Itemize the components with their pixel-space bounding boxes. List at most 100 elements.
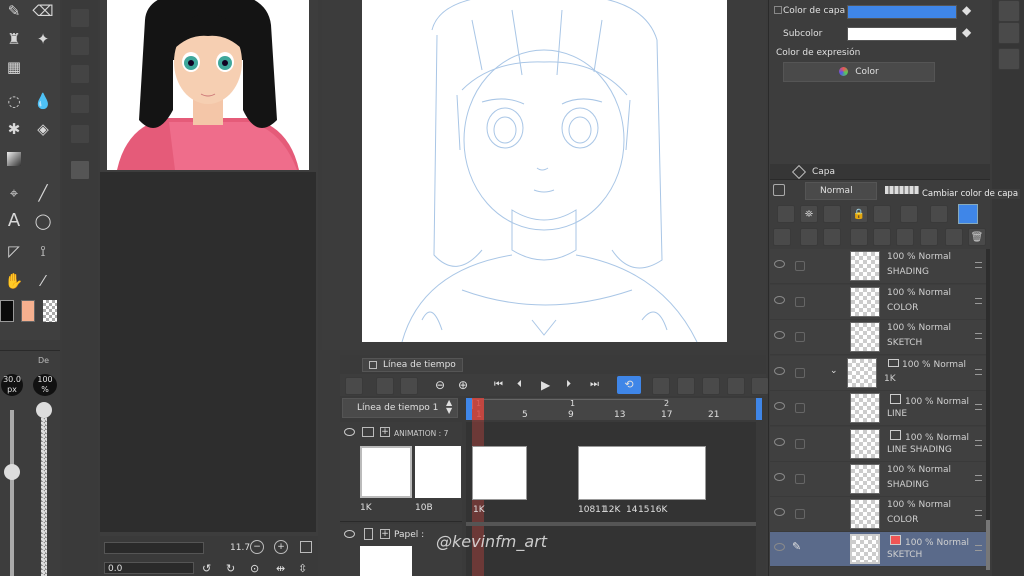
- sparkle-icon[interactable]: ✦: [32, 28, 54, 50]
- command-button-4[interactable]: [70, 94, 90, 114]
- layer-color-toggle-icon[interactable]: [958, 204, 978, 224]
- panel-icon-3[interactable]: [998, 48, 1020, 70]
- drop-icon[interactable]: 💧: [32, 90, 54, 112]
- zoom-in-icon[interactable]: +: [274, 540, 288, 554]
- merge-down-icon[interactable]: [896, 228, 914, 246]
- collapse-chevron-icon[interactable]: ⌄: [830, 366, 838, 376]
- eye-icon[interactable]: [344, 530, 355, 538]
- eye-icon[interactable]: [774, 438, 785, 446]
- layer-menu-icon[interactable]: [975, 440, 982, 446]
- timeline-export-icon[interactable]: [400, 377, 418, 395]
- timeline-tab[interactable]: Línea de tiempo: [362, 358, 463, 372]
- layer-checkbox[interactable]: [795, 403, 805, 413]
- canvas[interactable]: [362, 0, 727, 342]
- next-frame-icon[interactable]: ⏵: [566, 379, 571, 390]
- layer-row[interactable]: 100 % Normal SKETCH: [770, 320, 986, 355]
- play-icon[interactable]: ▶: [541, 378, 550, 392]
- light-table-icon[interactable]: [751, 377, 769, 395]
- layer-color-swatch[interactable]: [847, 5, 957, 19]
- apply-mask-icon[interactable]: [945, 228, 963, 246]
- layer-checkbox[interactable]: [795, 474, 805, 484]
- layer-menu-icon[interactable]: [975, 333, 982, 339]
- timeline-zoom-out-icon[interactable]: ⊖: [435, 378, 445, 392]
- playhead[interactable]: [472, 398, 484, 420]
- timeline-selector-chevron-icon[interactable]: ▲ ▼: [446, 399, 452, 415]
- new-vector-layer-icon[interactable]: [823, 228, 841, 246]
- layer-checkbox[interactable]: [795, 261, 805, 271]
- new-cel-icon[interactable]: [677, 377, 695, 395]
- eyedropper-icon[interactable]: ◆: [962, 25, 971, 39]
- save-icon[interactable]: [70, 160, 90, 180]
- main-color-swatch[interactable]: [0, 300, 14, 322]
- new-raster-layer-icon[interactable]: [800, 228, 818, 246]
- layer-list-view-icon[interactable]: [773, 228, 791, 246]
- eye-icon[interactable]: [774, 543, 785, 551]
- assign-cel-icon[interactable]: [702, 377, 720, 395]
- eye-icon[interactable]: [774, 367, 785, 375]
- timeline-selector[interactable]: Línea de tiempo 1: [342, 398, 458, 418]
- transfer-down-icon[interactable]: [873, 228, 891, 246]
- new-animation-folder-icon[interactable]: [652, 377, 670, 395]
- eye-icon[interactable]: [774, 331, 785, 339]
- layer-row[interactable]: 100 % Normal LINE SHADING: [770, 427, 986, 462]
- layer-row[interactable]: 100 % Normal SHADING: [770, 249, 986, 284]
- delete-layer-icon[interactable]: 🗑: [968, 228, 986, 246]
- line-icon[interactable]: ╱: [32, 182, 54, 204]
- expand-icon[interactable]: +: [380, 529, 390, 539]
- playback-start-marker[interactable]: [466, 398, 472, 420]
- command-button-2[interactable]: [70, 36, 90, 56]
- rotate-left-icon[interactable]: ↺: [202, 562, 211, 575]
- folder-row[interactable]: ⌄ 100 % Normal 1K: [770, 356, 986, 391]
- triangle-ruler-icon[interactable]: ◸: [3, 240, 25, 262]
- layer-color-checkbox[interactable]: [774, 6, 782, 14]
- layer-menu-icon[interactable]: [975, 404, 982, 410]
- eye-icon[interactable]: [774, 473, 785, 481]
- subcolor-swatch[interactable]: [847, 27, 957, 41]
- timeline-cel-frame[interactable]: [578, 446, 706, 500]
- text-icon[interactable]: A: [3, 210, 25, 232]
- opacity-slider[interactable]: [41, 410, 47, 576]
- brush-size-slider-handle[interactable]: [4, 464, 20, 480]
- layer-row[interactable]: 100 % Normal COLOR: [770, 497, 986, 532]
- layer-checkbox[interactable]: [795, 368, 805, 378]
- flip-horizontal-icon[interactable]: ⇹: [276, 562, 285, 575]
- layer-checkbox[interactable]: [795, 297, 805, 307]
- zoom-out-icon[interactable]: −: [250, 540, 264, 554]
- layer-checkbox[interactable]: [795, 509, 805, 519]
- last-frame-icon[interactable]: ⏭: [590, 379, 599, 390]
- layer-menu-icon[interactable]: [975, 298, 982, 304]
- magic-wand-icon[interactable]: ✱: [3, 118, 25, 140]
- eye-icon[interactable]: [774, 260, 785, 268]
- eyedropper-icon[interactable]: ⁄: [32, 270, 54, 292]
- panel-icon-2[interactable]: [998, 22, 1020, 44]
- balloon-icon[interactable]: ◯: [32, 210, 54, 232]
- expand-icon[interactable]: +: [380, 427, 390, 437]
- panel-icon-1[interactable]: [998, 0, 1020, 22]
- reset-rotation-icon[interactable]: ⊙: [250, 562, 259, 575]
- layer-mask-icon[interactable]: [920, 228, 938, 246]
- draft-layer-icon[interactable]: [823, 205, 841, 223]
- layer-menu-icon[interactable]: [975, 262, 982, 268]
- fill-icon[interactable]: ♜: [3, 28, 25, 50]
- layer-row[interactable]: 100 % Normal LINE: [770, 391, 986, 426]
- reference-layer-icon[interactable]: ⛯: [800, 205, 818, 223]
- first-frame-icon[interactable]: ⏮: [494, 379, 503, 390]
- eraser-icon[interactable]: ⌫: [32, 0, 54, 22]
- eyedropper-icon[interactable]: ◆: [962, 3, 971, 17]
- layer-menu-icon[interactable]: [975, 475, 982, 481]
- layer-list-scroll-thumb[interactable]: [986, 520, 990, 570]
- eye-icon[interactable]: [774, 296, 785, 304]
- bucket-icon[interactable]: ◈: [32, 118, 54, 140]
- lock-icon[interactable]: 🔒: [850, 205, 868, 223]
- brush-size-slider[interactable]: [10, 410, 14, 576]
- pen-icon[interactable]: ✎: [3, 0, 25, 22]
- gradient-icon[interactable]: [3, 148, 25, 170]
- rotate-right-icon[interactable]: ↻: [226, 562, 235, 575]
- flip-vertical-icon[interactable]: ⇳: [298, 562, 307, 575]
- hand-icon[interactable]: ✋: [3, 270, 25, 292]
- fit-icon[interactable]: [300, 541, 312, 553]
- layer-menu-icon[interactable]: [975, 510, 982, 516]
- command-button-3[interactable]: [70, 64, 90, 84]
- timeline-settings-icon[interactable]: [376, 377, 394, 395]
- select-icon[interactable]: ⌖: [3, 182, 25, 204]
